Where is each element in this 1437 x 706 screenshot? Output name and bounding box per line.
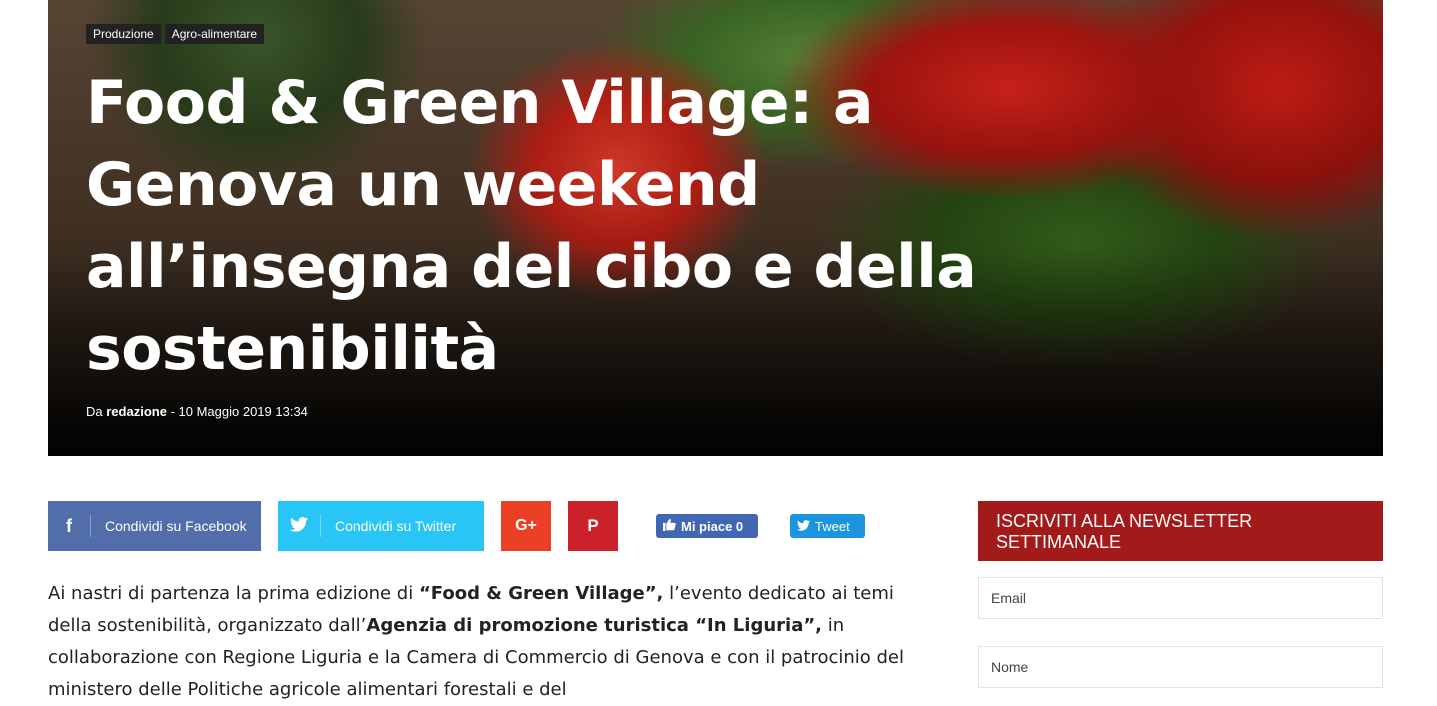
article-text: Ai nastri di partenza la prima edizione … — [48, 583, 419, 604]
category-tags: Produzione Agro-alimentare — [86, 24, 265, 44]
tag-agro-alimentare[interactable]: Agro-alimentare — [164, 24, 265, 44]
tweet-label: Tweet — [815, 518, 850, 534]
by-label: Da — [86, 404, 103, 419]
share-googleplus-button[interactable]: G+ — [501, 501, 551, 551]
publish-date: 10 Maggio 2019 13:34 — [178, 404, 308, 419]
newsletter-email-input[interactable] — [978, 577, 1383, 619]
article-body: Ai nastri di partenza la prima edizione … — [48, 578, 918, 706]
divider — [90, 515, 91, 537]
hero-banner: Produzione Agro-alimentare Food & Green … — [48, 0, 1383, 456]
twitter-bird-icon — [797, 519, 810, 534]
google-plus-icon: G+ — [515, 517, 537, 534]
like-label: Mi piace — [681, 518, 733, 534]
article-meta: Da redazione - 10 Maggio 2019 13:34 — [86, 404, 308, 419]
author-link[interactable]: redazione — [106, 404, 167, 419]
share-twitter-label: Condividi su Twitter — [335, 518, 457, 534]
article-title: Food & Green Village: a Genova un weeken… — [86, 68, 977, 384]
facebook-like-button[interactable]: Mi piace 0 — [656, 514, 758, 538]
thumbs-up-icon — [663, 518, 676, 534]
share-facebook-button[interactable]: f Condividi su Facebook — [48, 501, 261, 551]
tag-produzione[interactable]: Produzione — [86, 24, 161, 44]
share-facebook-label: Condividi su Facebook — [105, 518, 247, 534]
facebook-icon: f — [66, 515, 72, 536]
tweet-button[interactable]: Tweet — [790, 514, 865, 538]
divider — [320, 515, 321, 537]
meta-separator: - — [170, 404, 175, 419]
agency-name: Agenzia di promozione turistica “In Ligu… — [366, 615, 823, 636]
share-twitter-button[interactable]: Condividi su Twitter — [278, 501, 484, 551]
twitter-icon — [278, 516, 320, 537]
share-pinterest-button[interactable]: P — [568, 501, 618, 551]
event-name: “Food & Green Village”, — [418, 583, 664, 604]
like-count: 0 — [735, 518, 744, 534]
pinterest-icon: P — [587, 516, 599, 535]
newsletter-title: ISCRIVITI ALLA NEWSLETTER SETTIMANALE — [978, 501, 1383, 561]
newsletter-name-input[interactable] — [978, 646, 1383, 688]
